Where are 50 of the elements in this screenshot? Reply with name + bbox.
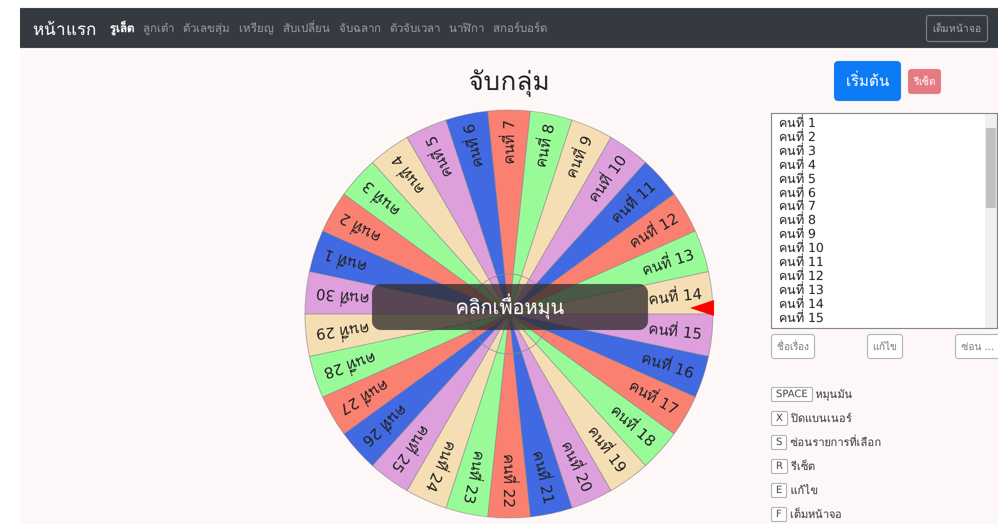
spin-button[interactable]: คลิกเพื่อหมุน <box>372 284 648 330</box>
shortcut-label: ปิดแบนเนอร์ <box>790 411 852 427</box>
start-button[interactable]: เริ่มต้น <box>834 61 901 101</box>
segment-label: คนที่ 9 <box>562 133 596 181</box>
nav-link[interactable]: นาฬิกา <box>449 19 484 37</box>
shortcut-label: เต็มหน้าจอ <box>790 506 842 523</box>
list-button[interactable]: แก้ไข <box>867 334 904 359</box>
key-cap: X <box>771 410 788 426</box>
list-button[interactable]: ซ่อน ... <box>955 334 998 359</box>
segment-label: คนที่ 24 <box>422 438 460 495</box>
page-title: จับกลุ่ม <box>468 67 550 97</box>
segment-label: คนที่ 8 <box>531 122 558 170</box>
segment-label: คนที่ 1 <box>322 246 370 276</box>
reset-button[interactable]: รีเซ็ต <box>908 68 941 94</box>
shortcut-label: แก้ไข <box>790 483 818 499</box>
nav-link[interactable]: ลูกเต๋า <box>143 19 174 37</box>
nav-link[interactable]: รูเล็ต <box>110 19 134 37</box>
segment-label: คนที่ 15 <box>647 320 703 344</box>
nav-link[interactable]: สับเปลี่ยน <box>283 19 330 37</box>
names-textarea[interactable]: คนที่ 1 คนที่ 2 คนที่ 3 คนที่ 4 คนที่ 5 คนที่ 6 คนที่ 7 คนที่ 8 คนที่ 9 คนที่ 10 คนที่ 11 คนที่ 12 คนที่ 13 คนที่ 14 คนที่ 15 <box>771 113 998 329</box>
segment-label: คนที่ 30 <box>315 284 371 308</box>
segment-label: คนที่ 16 <box>640 348 696 382</box>
shortcut-label: หมุนมัน <box>816 387 853 403</box>
nav-link[interactable]: จับฉลาก <box>339 19 381 37</box>
segment-label: คนที่ 5 <box>422 133 456 181</box>
nav-link[interactable]: ตัวจับเวลา <box>390 19 440 37</box>
key-cap: SPACE <box>771 386 813 402</box>
segment-label: คนที่ 21 <box>529 449 558 506</box>
segment-label: คนที่ 23 <box>460 449 489 506</box>
brand-link[interactable]: หน้าแรก <box>33 14 96 42</box>
key-cap: R <box>771 458 788 474</box>
segment-label: คนที่ 14 <box>647 284 703 308</box>
nav-link[interactable]: ตัวเลขสุ่ม <box>183 19 230 37</box>
segment-label: คนที่ 22 <box>500 454 518 508</box>
pointer-icon <box>690 300 714 316</box>
key-cap: E <box>771 482 788 498</box>
scrollbar[interactable] <box>985 114 997 328</box>
segment-label: คนที่ 13 <box>640 246 696 280</box>
segment-label: คนที่ 28 <box>322 348 378 382</box>
shortcut-label: ซ่อนรายการที่เลือก <box>790 434 882 451</box>
fullscreen-button[interactable]: เต็มหน้าจอ <box>926 14 988 42</box>
key-cap: S <box>771 434 788 450</box>
nav-link[interactable]: เหรียญ <box>239 19 274 37</box>
nav-link[interactable]: สกอร์บอร์ด <box>493 19 547 37</box>
segment-label: คนที่ 6 <box>460 122 487 170</box>
segment-label: คนที่ 7 <box>500 120 518 164</box>
segment-label: คนที่ 29 <box>315 320 371 344</box>
key-cap: F <box>771 506 787 522</box>
shortcut-label: รีเซ็ต <box>790 458 815 475</box>
list-button[interactable]: ชื่อเรื่อง <box>771 334 815 359</box>
